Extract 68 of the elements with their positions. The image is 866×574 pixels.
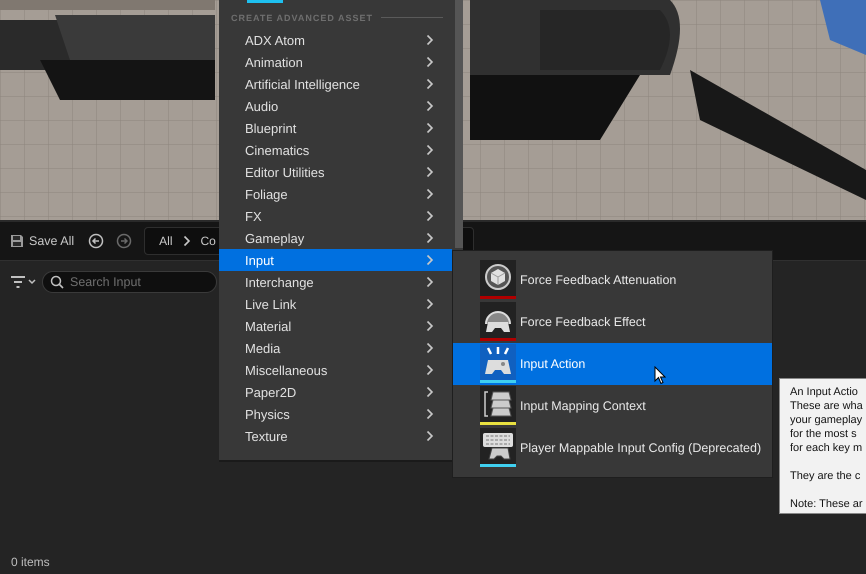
menu-item[interactable]: Live Link [219, 293, 452, 315]
menu-item[interactable]: Texture [219, 425, 452, 447]
chevron-icon [426, 254, 434, 266]
chevron-icon [426, 364, 434, 376]
menu-item[interactable]: Force Feedback Effect [453, 301, 772, 343]
menu-item[interactable]: Cinematics [219, 139, 452, 161]
chevron-icon [426, 320, 434, 332]
chevron-icon [426, 56, 434, 68]
breadcrumb-item[interactable]: Co [200, 234, 216, 248]
menu-item[interactable]: Foliage [219, 183, 452, 205]
chevron-icon [426, 100, 434, 112]
asset-icon [480, 428, 516, 464]
menu-item[interactable]: Blueprint [219, 117, 452, 139]
tooltip-text: for each key m [790, 441, 862, 455]
menu-item[interactable]: Editor Utilities [219, 161, 452, 183]
menu-item[interactable]: Input Action [453, 343, 772, 385]
search-icon [50, 275, 64, 289]
item-count: 0 items [10, 555, 51, 571]
tooltip-text: for the most s [790, 427, 857, 441]
menu-item[interactable]: Paper2D [219, 381, 452, 403]
asset-icon [480, 344, 516, 380]
save-all-button[interactable]: Save All [8, 232, 76, 250]
chevron-icon [426, 430, 434, 442]
menu-item[interactable]: Gameplay [219, 227, 452, 249]
tab-marker [247, 0, 283, 3]
tooltip-text: An Input Actio [790, 385, 858, 399]
save-icon [10, 234, 24, 248]
breadcrumb-item[interactable]: All [159, 234, 173, 248]
mouse-cursor-icon [654, 366, 666, 385]
chevron-icon [426, 122, 434, 134]
back-icon[interactable] [88, 233, 104, 249]
chevron-icon [426, 232, 434, 244]
menu-item[interactable]: Input Mapping Context [453, 385, 772, 427]
chevron-icon [426, 144, 434, 156]
chevron-icon [426, 210, 434, 222]
tooltip-text: Note: These ar [790, 497, 863, 511]
search-field[interactable]: Search Input [42, 271, 217, 293]
menu-item[interactable]: Audio [219, 95, 452, 117]
tooltip-text: These are wha [790, 399, 863, 413]
menu-item[interactable]: Input [219, 249, 452, 271]
menu-item[interactable]: Material [219, 315, 452, 337]
chevron-icon [426, 166, 434, 178]
menu-item[interactable]: Media [219, 337, 452, 359]
asset-icon [480, 260, 516, 296]
menu-item[interactable]: Miscellaneous [219, 359, 452, 381]
menu-item[interactable]: Player Mappable Input Config (Deprecated) [453, 427, 772, 469]
chevron-icon [426, 298, 434, 310]
chevron-icon [426, 188, 434, 200]
chevron-icon [426, 342, 434, 354]
chevron-icon [182, 235, 191, 247]
forward-icon[interactable] [116, 233, 132, 249]
asset-icon [480, 386, 516, 422]
tooltip-text: your gameplay [790, 413, 862, 427]
chevron-icon [426, 34, 434, 46]
menu-item[interactable]: Animation [219, 51, 452, 73]
chevron-icon [426, 386, 434, 398]
menu-item[interactable]: Interchange [219, 271, 452, 293]
menu-item[interactable]: Physics [219, 403, 452, 425]
menu-item[interactable]: FX [219, 205, 452, 227]
asset-icon [480, 302, 516, 338]
filter-icon[interactable] [10, 275, 36, 289]
menu-item[interactable]: Force Feedback Attenuation [453, 259, 772, 301]
chevron-icon [426, 276, 434, 288]
tooltip-text: They are the c [790, 469, 860, 483]
chevron-icon [426, 408, 434, 420]
menu-item[interactable]: Artificial Intelligence [219, 73, 452, 95]
chevron-icon [426, 78, 434, 90]
menu-item[interactable]: ADX Atom [219, 29, 452, 51]
